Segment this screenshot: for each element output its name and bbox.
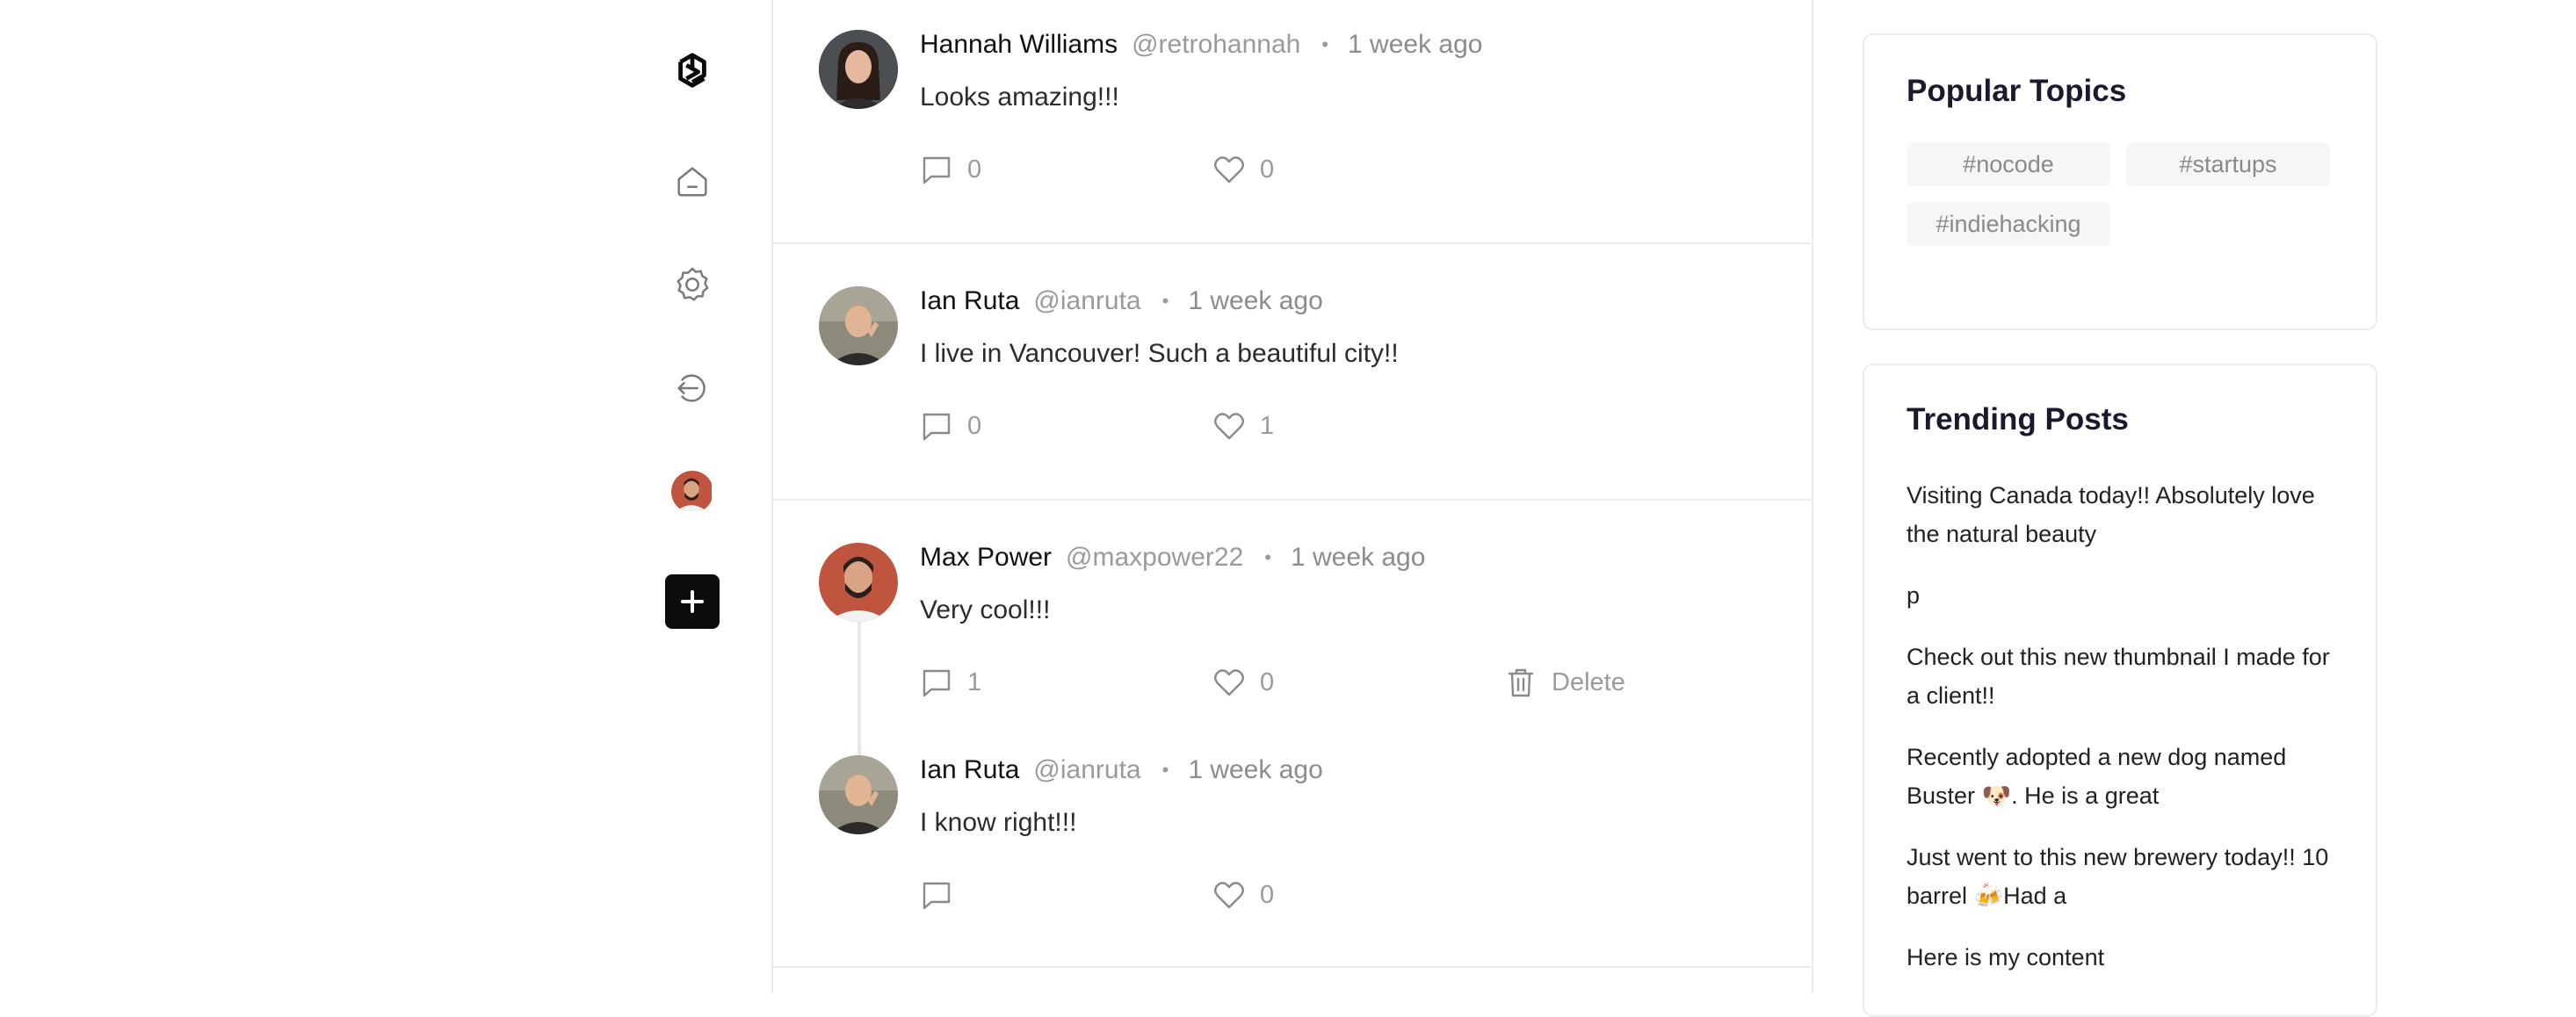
popular-topics-title: Popular Topics	[1907, 74, 2127, 108]
trending-post-link[interactable]: Recently adopted a new dog named Buster …	[1907, 738, 2346, 815]
like-button[interactable]: 0	[1212, 878, 1274, 912]
user-avatar[interactable]	[819, 30, 898, 109]
like-button[interactable]: 0	[1212, 153, 1274, 186]
profile-avatar[interactable]	[666, 465, 719, 518]
comment-text: Looks amazing!!!	[920, 83, 1119, 112]
post-time: 1 week ago	[1290, 543, 1426, 572]
heart-icon	[1214, 882, 1244, 909]
meta-separator: •	[1161, 290, 1169, 312]
comment-icon	[923, 413, 951, 441]
topic-chip[interactable]: #startups	[2126, 142, 2330, 186]
comment-icon	[923, 882, 951, 910]
post-time: 1 week ago	[1188, 286, 1323, 315]
post-time: 1 week ago	[1348, 30, 1483, 59]
comment-text: I know right!!!	[920, 808, 1077, 837]
like-count: 1	[1260, 411, 1275, 440]
user-handle[interactable]: @retrohannah	[1132, 30, 1300, 60]
logout-icon[interactable]	[666, 362, 719, 415]
heart-icon	[1214, 413, 1244, 440]
trending-post-link[interactable]: Check out this new thumbnail I made for …	[1907, 638, 2346, 715]
like-button[interactable]: 0	[1212, 666, 1274, 699]
comment-text: I live in Vancouver! Such a beautiful ci…	[920, 339, 1399, 368]
topic-chip[interactable]: #indiehacking	[1907, 202, 2110, 246]
user-name[interactable]: Hannah Williams	[920, 30, 1118, 60]
trending-post-link[interactable]: p	[1907, 576, 2346, 615]
user-avatar[interactable]	[819, 543, 898, 622]
post-time: 1 week ago	[1188, 755, 1323, 784]
comment-button[interactable]: 0	[920, 409, 981, 443]
like-count: 0	[1260, 880, 1275, 909]
trending-post-link[interactable]: Just went to this new brewery today!! 10…	[1907, 838, 2346, 915]
user-name[interactable]: Max Power	[920, 543, 1052, 573]
trending-posts-card: Trending Posts Visiting Canada today!! A…	[1863, 364, 2377, 1017]
user-name[interactable]: Ian Ruta	[920, 286, 1019, 316]
comment-feed: Hannah Williams @retrohannah • 1 week ag…	[771, 0, 1813, 992]
delete-label: Delete	[1552, 667, 1625, 696]
comment-item: Hannah Williams @retrohannah • 1 week ag…	[773, 0, 1812, 242]
comment-count: 1	[967, 667, 982, 696]
meta-separator: •	[1321, 33, 1329, 55]
user-avatar[interactable]	[819, 286, 898, 365]
comment-button[interactable]: 0	[920, 153, 981, 186]
trending-post-link[interactable]: Visiting Canada today!! Absolutely love …	[1907, 476, 2346, 553]
comment-icon	[923, 669, 951, 697]
home-icon[interactable]	[666, 155, 719, 207]
comment-button[interactable]	[920, 878, 967, 912]
user-avatar[interactable]	[819, 755, 898, 834]
comment-text: Very cool!!!	[920, 595, 1051, 624]
comment-count: 0	[967, 411, 982, 440]
heart-icon	[1214, 156, 1244, 184]
user-name[interactable]: Ian Ruta	[920, 755, 1019, 785]
topic-chip[interactable]: #nocode	[1907, 142, 2110, 186]
meta-separator: •	[1264, 546, 1271, 568]
trash-icon	[1508, 668, 1534, 697]
like-count: 0	[1260, 155, 1275, 184]
user-handle[interactable]: @maxpower22	[1066, 543, 1243, 573]
comment-button[interactable]: 1	[920, 666, 981, 699]
meta-separator: •	[1161, 759, 1169, 781]
divider	[773, 966, 1812, 968]
trending-post-link[interactable]: Here is my content	[1907, 938, 2346, 977]
like-count: 0	[1260, 667, 1275, 696]
new-post-button[interactable]	[665, 574, 720, 629]
user-handle[interactable]: @ianruta	[1033, 755, 1140, 785]
user-handle[interactable]: @ianruta	[1033, 286, 1140, 316]
comment-icon	[923, 156, 951, 184]
heart-icon	[1214, 669, 1244, 696]
comment-count: 0	[967, 155, 982, 184]
comment-thread: Max Power @maxpower22 • 1 week ago Very …	[773, 501, 1812, 966]
gear-icon[interactable]	[666, 258, 719, 311]
delete-button[interactable]: Delete	[1504, 666, 1625, 699]
left-sidebar	[0, 0, 773, 992]
logo-icon[interactable]	[666, 44, 719, 97]
popular-topics-card: Popular Topics #nocode #startups #indieh…	[1863, 33, 2377, 330]
comment-item: Ian Ruta @ianruta • 1 week ago I live in…	[773, 244, 1812, 499]
like-button[interactable]: 1	[1212, 409, 1274, 443]
trending-posts-title: Trending Posts	[1907, 402, 2129, 436]
